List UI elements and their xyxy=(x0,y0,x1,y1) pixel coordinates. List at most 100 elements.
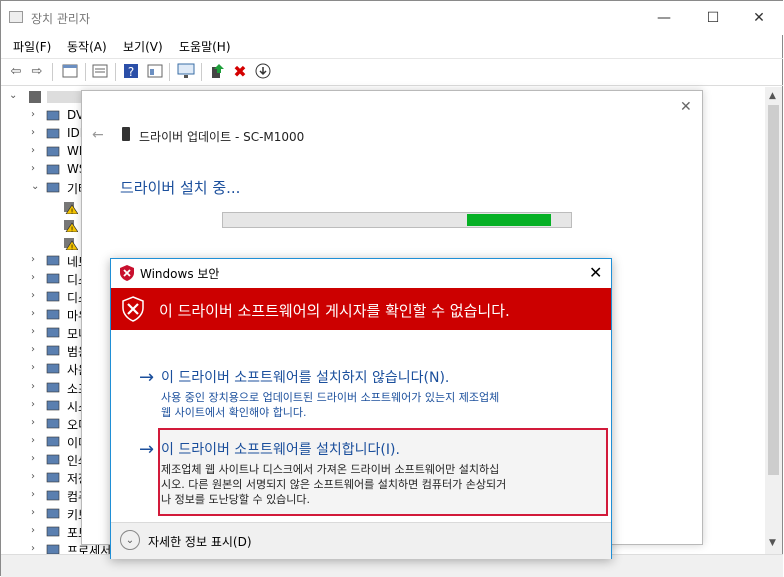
svg-text:!: ! xyxy=(71,208,74,215)
chevron-right-icon[interactable]: › xyxy=(31,326,35,337)
warning-banner-text: 이 드라이버 소프트웨어의 게시자를 확인할 수 없습니다. xyxy=(159,302,510,320)
device-category-icon xyxy=(46,344,60,357)
warning-banner: 이 드라이버 소프트웨어의 게시자를 확인할 수 없습니다. xyxy=(111,288,611,330)
svg-text:!: ! xyxy=(71,226,74,233)
device-category-icon xyxy=(46,489,60,502)
device-category-icon xyxy=(46,507,60,520)
wizard-title: 드라이버 업데이트 - SC-M1000 xyxy=(139,130,305,144)
chevron-down-icon[interactable]: ⌄ xyxy=(31,181,39,192)
chevron-right-icon[interactable]: › xyxy=(31,145,35,156)
warning-device-icon: ! xyxy=(64,218,79,234)
chevron-right-icon[interactable]: › xyxy=(31,272,35,283)
option-install-desc-3: 나 정보를 도난당할 수 있습니다. xyxy=(161,493,311,506)
chevron-right-icon[interactable]: › xyxy=(31,417,35,428)
device-category-icon xyxy=(46,362,60,375)
chevron-right-icon[interactable]: › xyxy=(31,489,35,500)
security-dialog-footer: ⌄ 자세한 정보 표시(D) xyxy=(111,522,611,559)
title-bar: 장치 관리자 — ☐ ✕ xyxy=(1,1,783,35)
toolbar-separator xyxy=(52,63,53,81)
tree-root-chevron-icon[interactable]: ⌄ xyxy=(9,90,17,101)
toolbar-separator xyxy=(115,63,116,81)
security-shield-icon xyxy=(120,265,134,281)
toolbar-separator xyxy=(85,63,86,81)
install-progress-bar xyxy=(222,212,572,228)
chevron-right-icon[interactable]: › xyxy=(31,471,35,482)
minimize-button[interactable]: — xyxy=(641,1,687,35)
menu-help[interactable]: 도움말(H) xyxy=(179,38,231,55)
option-install[interactable]: → 이 드라이버 소프트웨어를 설치합니다(I). 제조업체 웹 사이트나 디스… xyxy=(139,439,601,507)
wizard-close-icon[interactable]: ✕ xyxy=(680,99,692,115)
scroll-up-icon[interactable]: ▲ xyxy=(769,91,776,101)
device-manager-app-icon xyxy=(9,11,23,23)
list-icon[interactable] xyxy=(91,62,109,80)
chevron-right-icon[interactable]: › xyxy=(31,109,35,120)
chevron-right-icon[interactable]: › xyxy=(31,163,35,174)
option-dont-install-desc-1: 사용 중인 장치용으로 업데이트된 드라이버 소프트웨어가 있는지 제조업체 xyxy=(161,391,500,404)
device-category-icon xyxy=(46,381,60,394)
device-category-icon xyxy=(46,290,60,303)
menu-file[interactable]: 파일(F) xyxy=(13,38,51,55)
chevron-right-icon[interactable]: › xyxy=(31,344,35,355)
device-category-icon xyxy=(46,272,60,285)
install-status-text: 드라이버 설치 중... xyxy=(120,179,241,197)
chevron-right-icon[interactable]: › xyxy=(31,435,35,446)
device-category-icon xyxy=(46,145,60,158)
maximize-button[interactable]: ☐ xyxy=(690,1,736,35)
chevron-right-icon[interactable]: › xyxy=(31,290,35,301)
option-install-label: 이 드라이버 소프트웨어를 설치합니다(I). xyxy=(161,442,400,458)
chevron-right-icon[interactable]: › xyxy=(31,543,35,554)
progress-fill xyxy=(467,214,551,226)
help-icon[interactable]: ? xyxy=(122,62,140,80)
option-install-desc-1: 제조업체 웹 사이트나 디스크에서 가져온 드라이버 소프트웨어만 설치하십 xyxy=(161,463,500,476)
device-category-icon xyxy=(46,453,60,466)
device-category-icon xyxy=(46,417,60,430)
update-driver-icon[interactable] xyxy=(208,62,226,80)
show-details-label[interactable]: 자세한 정보 표시(D) xyxy=(148,533,252,550)
arrow-right-icon: → xyxy=(139,367,155,388)
chevron-right-icon[interactable]: › xyxy=(31,308,35,319)
arrow-right-icon: → xyxy=(139,439,155,460)
close-button[interactable]: ✕ xyxy=(736,1,782,35)
device-category-icon xyxy=(46,435,60,448)
option-dont-install-label: 이 드라이버 소프트웨어를 설치하지 않습니다(N). xyxy=(161,370,450,386)
uninstall-icon[interactable]: ✖ xyxy=(231,62,249,81)
chevron-down-icon[interactable]: ⌄ xyxy=(120,530,140,550)
svg-text:!: ! xyxy=(71,244,74,251)
windows-security-dialog: Windows 보안 ✕ 이 드라이버 소프트웨어의 게시자를 확인할 수 없습… xyxy=(110,258,612,559)
option-dont-install[interactable]: → 이 드라이버 소프트웨어를 설치하지 않습니다(N). 사용 중인 장치용으… xyxy=(139,367,601,420)
chevron-right-icon[interactable]: › xyxy=(31,507,35,518)
option-dont-install-desc-2: 웹 사이트에서 확인해야 합니다. xyxy=(161,406,307,419)
chevron-right-icon[interactable]: › xyxy=(31,254,35,265)
warning-device-icon: ! xyxy=(64,236,79,252)
wizard-back-icon[interactable]: ← xyxy=(92,127,104,143)
security-dialog-title: Windows 보안 xyxy=(140,267,220,281)
chevron-right-icon[interactable]: › xyxy=(31,399,35,410)
option-install-desc-2: 시오. 다른 원본의 서명되지 않은 소프트웨어를 설치하면 컴퓨터가 손상되거 xyxy=(161,478,507,491)
menu-action[interactable]: 동작(A) xyxy=(67,38,107,55)
device-category-icon xyxy=(46,471,60,484)
toolbar-separator xyxy=(201,63,202,81)
back-icon[interactable]: ⇦ xyxy=(7,62,25,80)
security-close-button[interactable]: ✕ xyxy=(589,263,602,282)
forward-icon[interactable]: ⇨ xyxy=(28,62,46,80)
menu-view[interactable]: 보기(V) xyxy=(123,38,163,55)
scroll-thumb[interactable] xyxy=(768,105,779,475)
view-icon[interactable] xyxy=(146,62,164,80)
computer-name-redacted xyxy=(47,91,83,103)
vertical-scrollbar[interactable]: ▲ ▼ xyxy=(765,87,782,554)
device-category-icon xyxy=(46,163,60,176)
monitor-icon[interactable] xyxy=(177,62,195,80)
chevron-right-icon[interactable]: › xyxy=(31,453,35,464)
download-icon[interactable] xyxy=(254,62,272,80)
device-category-icon xyxy=(46,254,60,267)
scroll-down-icon[interactable]: ▼ xyxy=(769,538,776,548)
chevron-right-icon[interactable]: › xyxy=(31,127,35,138)
chevron-right-icon[interactable]: › xyxy=(31,381,35,392)
properties-icon[interactable] xyxy=(61,62,79,80)
device-category-icon xyxy=(46,399,60,412)
device-category-icon xyxy=(46,525,60,538)
computer-icon xyxy=(29,91,41,103)
chevron-right-icon[interactable]: › xyxy=(31,525,35,536)
toolbar: ⇦ ⇨ ? ✖ xyxy=(1,58,783,86)
chevron-right-icon[interactable]: › xyxy=(31,362,35,373)
